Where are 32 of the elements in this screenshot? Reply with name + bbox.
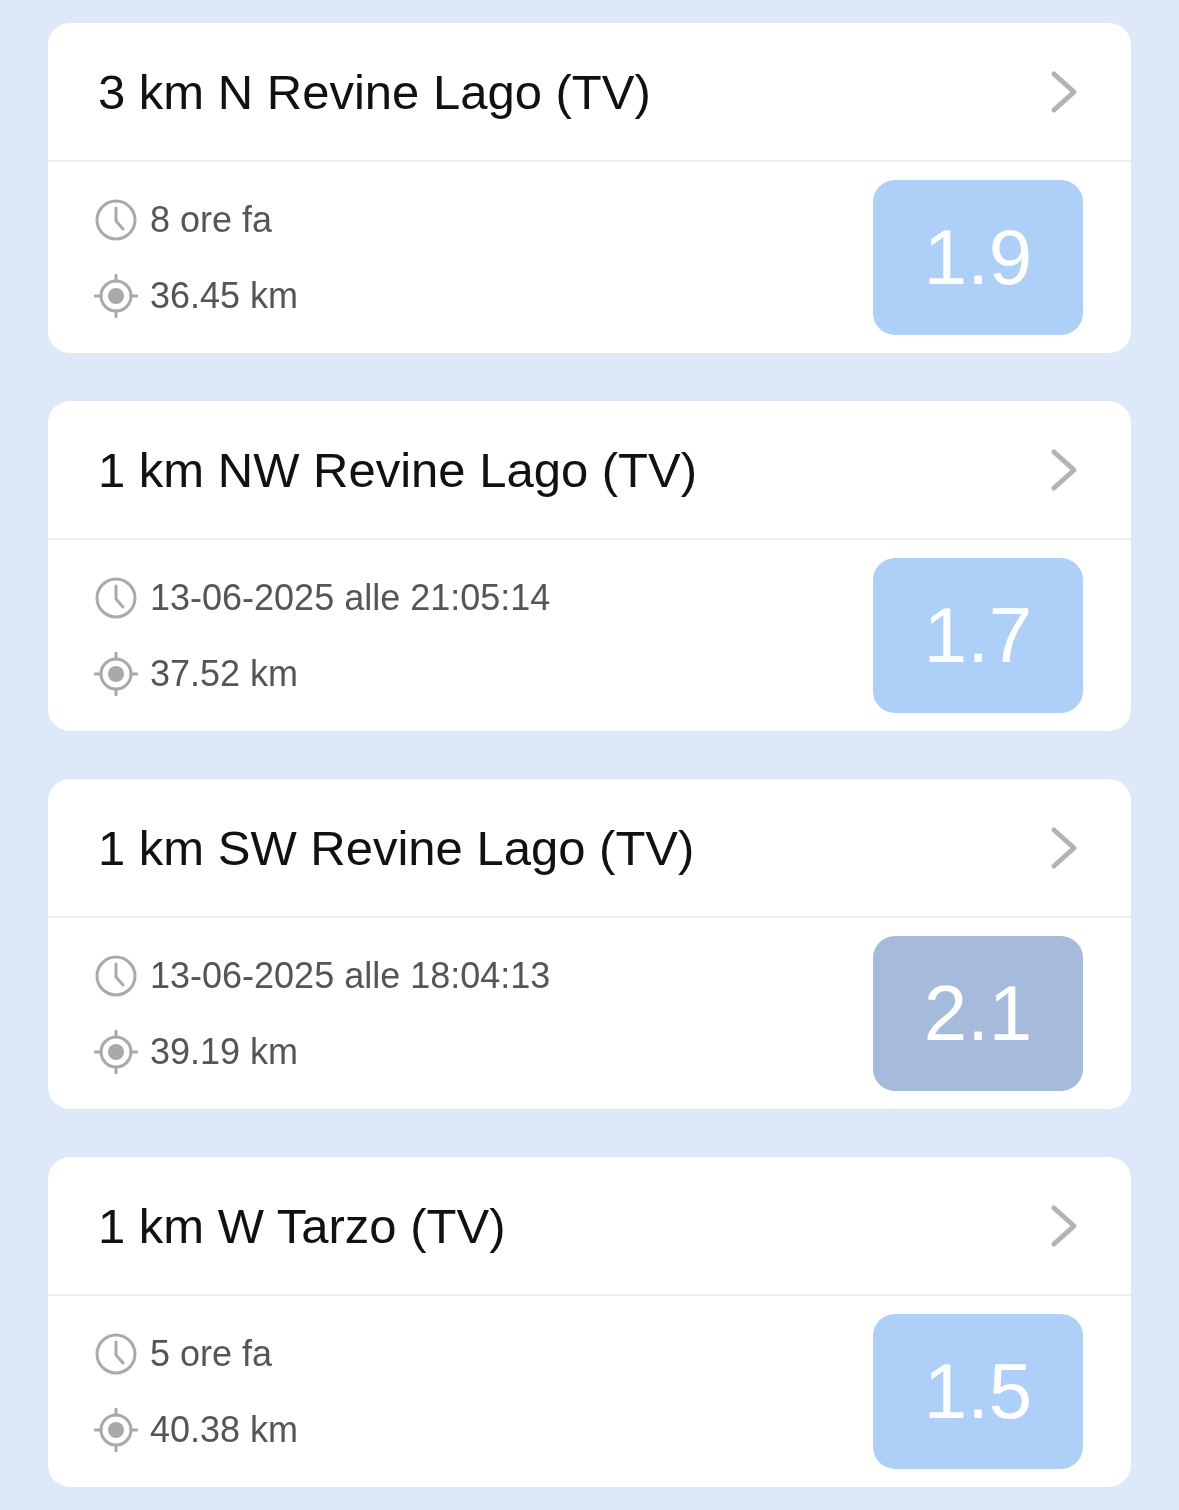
event-time: 13-06-2025 alle 21:05:14	[150, 577, 551, 619]
magnitude-badge: 1.5	[873, 1314, 1083, 1469]
magnitude-badge: 1.7	[873, 558, 1083, 713]
event-distance: 37.52 km	[150, 653, 299, 695]
chevron-icon	[1049, 69, 1079, 114]
chevron-icon	[1049, 447, 1079, 492]
event-time: 8 ore fa	[150, 199, 273, 241]
location-target-icon	[94, 1030, 138, 1074]
event-distance: 39.19 km	[150, 1031, 299, 1073]
event-distance: 40.38 km	[150, 1409, 299, 1451]
magnitude-badge: 2.1	[873, 936, 1083, 1091]
event-card[interactable]: 3 km N Revine Lago (TV) 8 ore fa 36.45 km 1.9	[48, 23, 1131, 353]
event-location: 3 km N Revine Lago (TV)	[98, 63, 651, 120]
event-location: 1 km W Tarzo (TV)	[98, 1197, 506, 1254]
event-location: 1 km NW Revine Lago (TV)	[98, 441, 698, 498]
clock-icon	[94, 954, 138, 998]
location-target-icon	[94, 1408, 138, 1452]
event-card[interactable]: 1 km SW Revine Lago (TV) 13-06-2025 alle 18:04:13 39.19 km 2.1	[48, 779, 1131, 1109]
event-location: 1 km SW Revine Lago (TV)	[98, 819, 695, 876]
event-time: 13-06-2025 alle 18:04:13	[150, 955, 551, 997]
clock-icon	[94, 1332, 138, 1376]
event-distance: 36.45 km	[150, 275, 299, 317]
clock-icon	[94, 198, 138, 242]
event-card[interactable]: 1 km NW Revine Lago (TV) 13-06-2025 alle 21:05:14 37.52 km 1.7	[48, 401, 1131, 731]
location-target-icon	[94, 652, 138, 696]
magnitude-badge: 1.9	[873, 180, 1083, 335]
event-time: 5 ore fa	[150, 1333, 273, 1375]
clock-icon	[94, 576, 138, 620]
location-target-icon	[94, 274, 138, 318]
chevron-icon	[1049, 825, 1079, 870]
chevron-icon	[1049, 1203, 1079, 1248]
event-card[interactable]: 1 km W Tarzo (TV) 5 ore fa 40.38 km 1.5	[48, 1157, 1131, 1487]
